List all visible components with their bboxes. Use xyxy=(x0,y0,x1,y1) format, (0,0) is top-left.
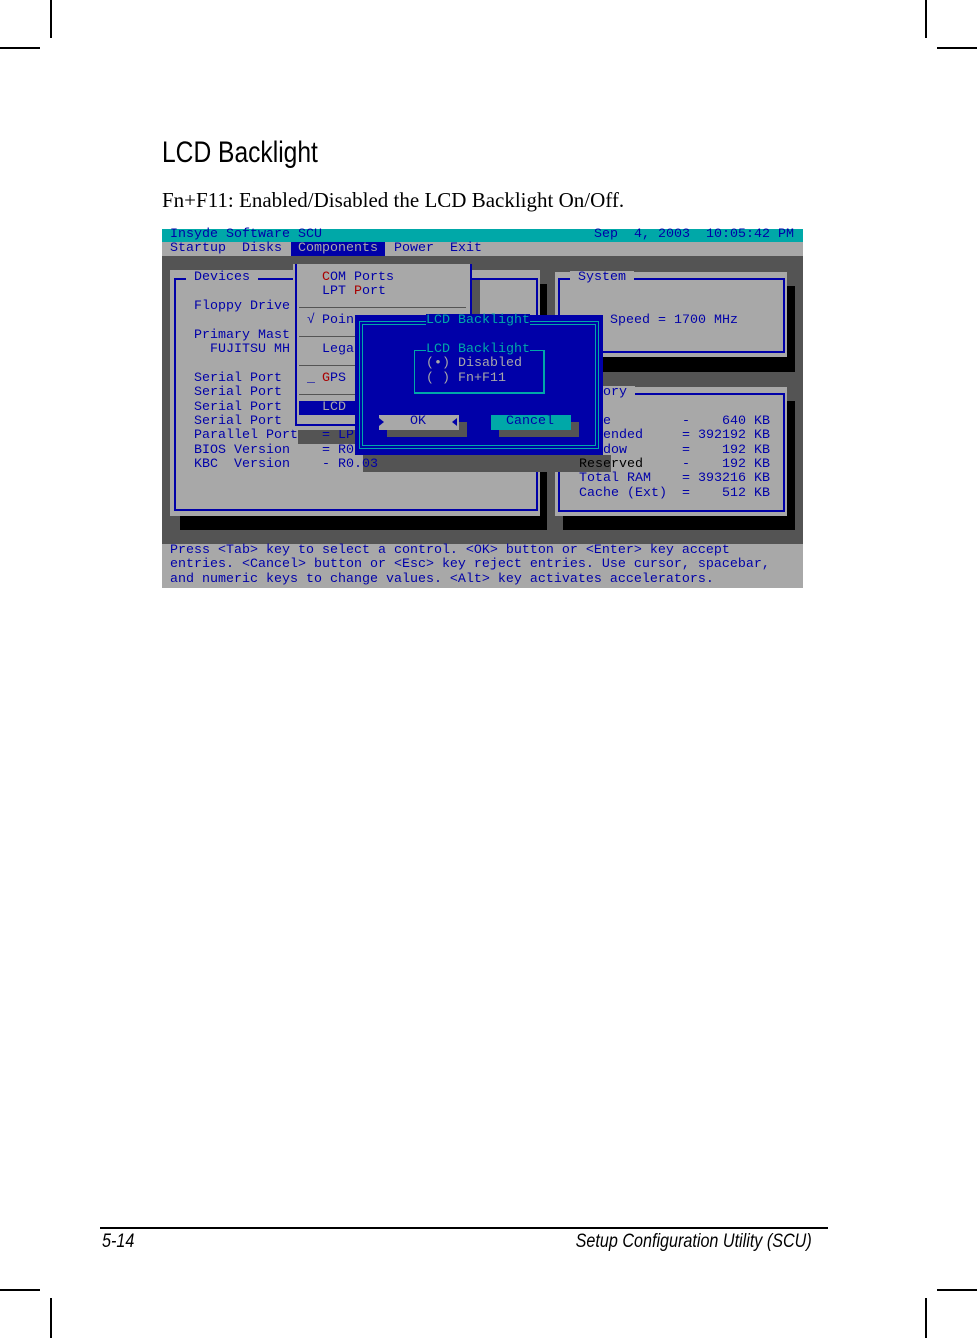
option-label[interactable]: Fn+F11 xyxy=(458,372,506,386)
serial-port-label[interactable]: Serial Port xyxy=(194,415,282,429)
option-label[interactable]: Disabled xyxy=(458,357,522,371)
menu-startup[interactable]: Startup xyxy=(170,242,226,256)
memory-label: Total RAM xyxy=(579,471,651,486)
memory-value: = 393216 KB xyxy=(682,471,770,486)
memory-value: - 192 KB xyxy=(682,457,770,472)
hotkey: C xyxy=(322,270,330,285)
menu-exit[interactable]: Exit xyxy=(450,242,482,256)
serial-port-label[interactable]: Serial Port xyxy=(194,372,282,386)
crop-mark xyxy=(937,1289,977,1291)
group-title: LCD Backlight xyxy=(426,342,530,357)
radio-fn-f11[interactable]: ( ) xyxy=(426,372,450,386)
crop-mark xyxy=(0,47,40,49)
primary-master-label[interactable]: Primary Mast xyxy=(194,329,290,343)
hotkey: P xyxy=(354,284,362,299)
focus-left-arrow xyxy=(452,418,457,426)
primary-master-device: FUJITSU MH xyxy=(210,342,290,357)
memory-value: = 512 KB xyxy=(682,486,770,501)
crop-mark xyxy=(925,1298,927,1338)
datetime: Sep 4, 2003 10:05:42 PM xyxy=(594,227,794,242)
footer-rule xyxy=(100,1227,828,1229)
menu-components[interactable]: Components xyxy=(291,242,385,256)
memory-label: Reserved xyxy=(579,457,643,472)
footer-title: Setup Configuration Utility (SCU) xyxy=(575,1231,812,1252)
menu-item-legacy[interactable]: Lega xyxy=(322,343,354,357)
kbc-version-label: KBC Version xyxy=(194,457,290,472)
check-icon: √ xyxy=(307,313,315,328)
label: LPT xyxy=(322,284,354,299)
page-number: 5-14 xyxy=(102,1231,135,1252)
bios-version-label: BIOS Version xyxy=(194,443,290,458)
separator xyxy=(299,307,466,308)
crop-mark xyxy=(0,1289,40,1291)
crop-mark xyxy=(937,47,977,49)
cancel-label: Cancel xyxy=(506,414,554,429)
menu-disks[interactable]: Disks xyxy=(242,242,282,256)
menu-item-lcd[interactable]: LCD xyxy=(322,401,346,415)
kbc-version-value: - R0.03 xyxy=(322,457,378,472)
serial-port-label[interactable]: Serial Port xyxy=(194,386,282,400)
help-text: and numeric keys to change values. <Alt>… xyxy=(170,572,714,587)
label: OM Ports xyxy=(330,270,394,285)
menu-item-com-ports[interactable]: COM Ports xyxy=(322,271,394,285)
memory-label: e xyxy=(603,414,611,429)
memory-value: = 192 KB xyxy=(682,443,770,458)
help-text: Press <Tab> key to select a control. <OK… xyxy=(170,543,730,558)
memory-value: - 640 KB xyxy=(682,414,770,429)
label: ort xyxy=(362,284,386,299)
devices-title: Devices xyxy=(186,271,258,285)
memory-value: = 392192 KB xyxy=(682,428,770,443)
help-text: entries. <Cancel> button or <Esc> key re… xyxy=(170,557,770,572)
hotkey: G xyxy=(322,371,330,386)
memory-title: ory xyxy=(603,386,635,400)
menu-item-gps[interactable]: GPS xyxy=(322,372,346,386)
ok-label: OK xyxy=(410,414,426,429)
memory-label: Cache (Ext) xyxy=(579,486,667,501)
parallel-port-value: = LP xyxy=(322,428,354,443)
page-description: Fn+F11: Enabled/Disabled the LCD Backlig… xyxy=(162,188,625,212)
menu-item-pointing[interactable]: Poin xyxy=(322,314,354,328)
app-title: Insyde Software SCU xyxy=(170,227,322,242)
parallel-port-label[interactable]: Parallel Port xyxy=(194,429,298,443)
bios-version-value: = R0 xyxy=(322,443,354,458)
floppy-label[interactable]: Floppy Drive xyxy=(194,300,290,314)
crop-mark xyxy=(50,0,52,38)
cpu-speed: Speed = 1700 MHz xyxy=(610,313,738,328)
memory-label: ended xyxy=(603,428,643,443)
crop-mark xyxy=(925,0,927,38)
crop-mark xyxy=(50,1298,52,1338)
radio-disabled[interactable]: (•) xyxy=(426,357,450,371)
menu-item-lpt-port[interactable]: LPT Port xyxy=(322,285,386,299)
label: PS xyxy=(330,371,346,386)
dialog-title: LCD Backlight xyxy=(426,313,530,328)
page-heading: LCD Backlight xyxy=(162,136,318,169)
serial-port-label[interactable]: Serial Port xyxy=(194,401,282,415)
menu-power[interactable]: Power xyxy=(394,242,434,256)
gps-mark: _ xyxy=(307,371,315,386)
focus-right-arrow xyxy=(379,418,384,426)
system-title: System xyxy=(570,271,634,285)
